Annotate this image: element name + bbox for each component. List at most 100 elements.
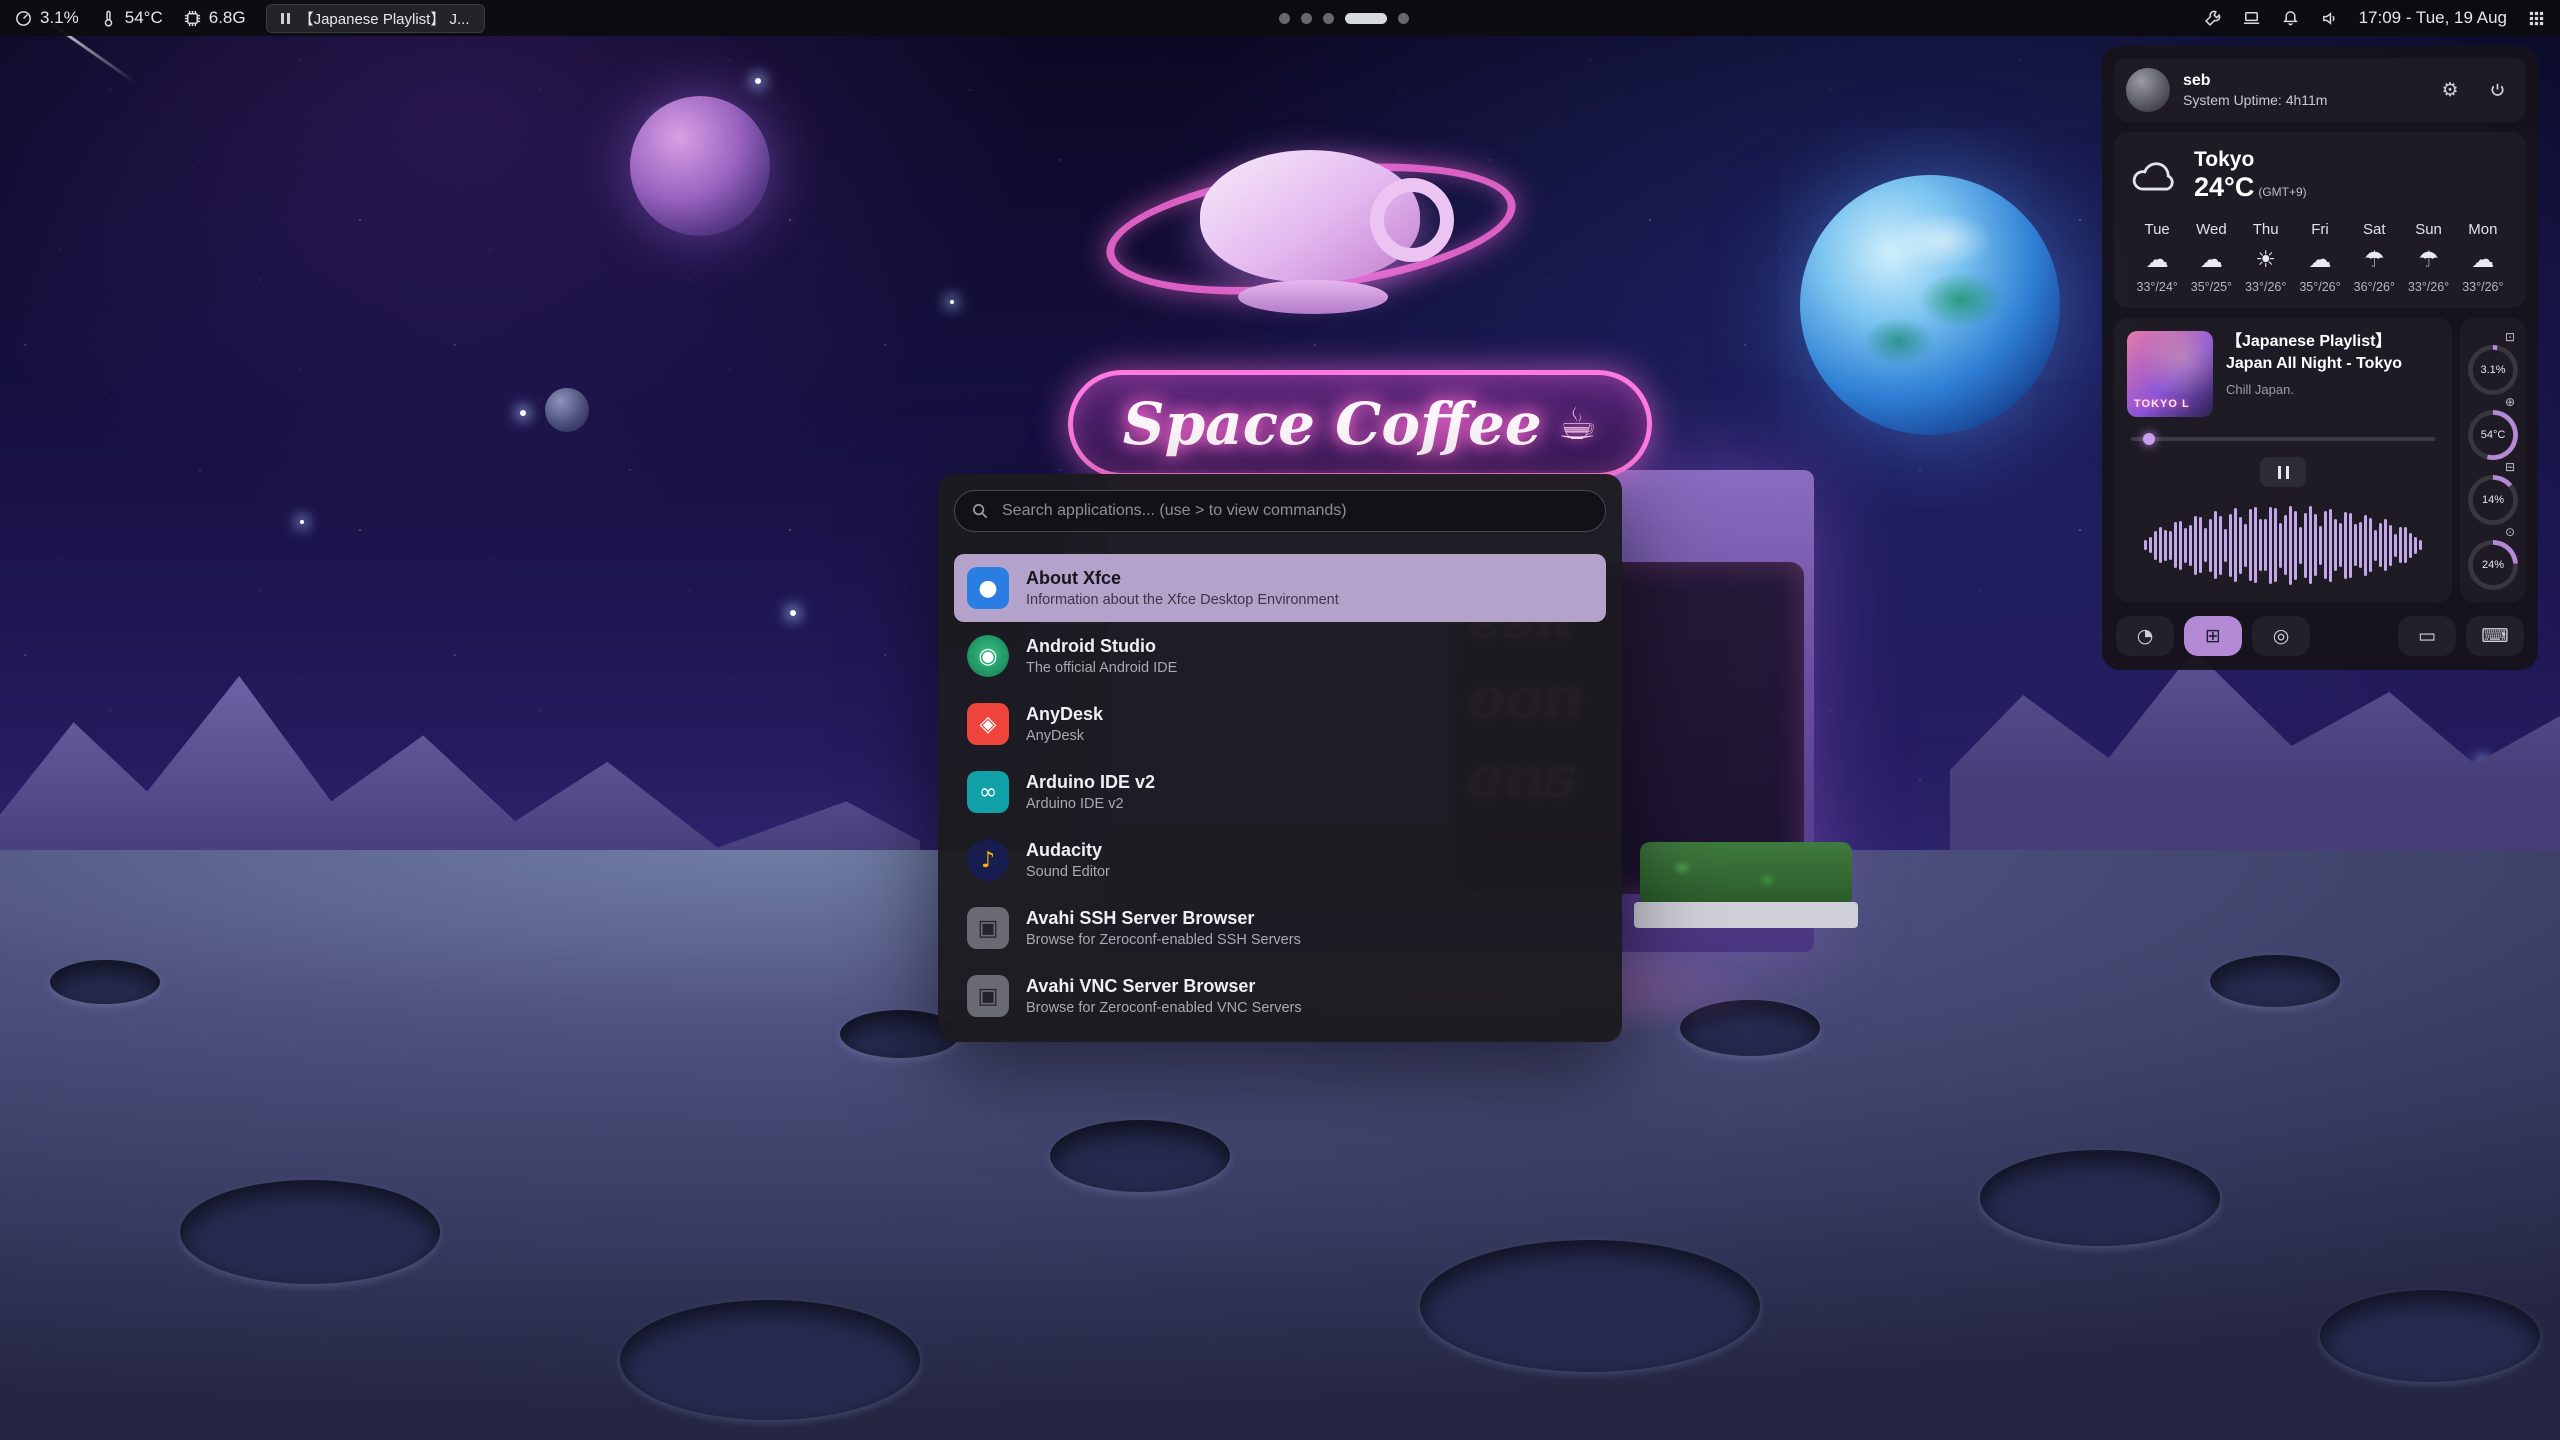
keyboard-button[interactable]: ⌨ xyxy=(2466,616,2524,656)
crater xyxy=(180,1180,440,1284)
memory-indicator[interactable]: 6.8G xyxy=(183,8,246,28)
avatar[interactable] xyxy=(2126,68,2170,112)
launcher-app-row[interactable]: ♪ Audacity Sound Editor xyxy=(954,826,1606,894)
rain-icon: ☂ xyxy=(2401,247,2455,273)
crater xyxy=(620,1300,920,1420)
bright-star xyxy=(950,300,954,304)
album-art-label: TOKYO L xyxy=(2134,398,2190,410)
progress-knob[interactable] xyxy=(2143,433,2155,445)
forecast-day-label: Tue xyxy=(2130,221,2184,238)
android-studio-icon: ◉ xyxy=(967,635,1009,677)
cloud-icon: ☁ xyxy=(2130,247,2184,273)
dashboard-button[interactable]: ◔ xyxy=(2116,616,2174,656)
gauge: ⊡ 3.1% xyxy=(2468,330,2518,395)
forecast-day: Thu ☀ 33°/26° xyxy=(2239,221,2293,294)
topbar-right: 17:09 - Tue, 19 Aug xyxy=(2203,8,2546,28)
launcher-app-row[interactable]: ▣ Avahi SSH Server Browser Browse for Ze… xyxy=(954,894,1606,962)
gauge-value: 3.1% xyxy=(2480,364,2505,376)
anydesk-icon: ◈ xyxy=(967,703,1009,745)
forecast-temps: 35°/26° xyxy=(2293,280,2347,294)
rain-icon: ☂ xyxy=(2347,247,2401,273)
tools-button[interactable] xyxy=(2203,9,2222,28)
app-name: Audacity xyxy=(1026,840,1110,861)
launcher-app-row[interactable]: ◈ AnyDesk AnyDesk xyxy=(954,690,1606,758)
apps-button[interactable]: ⊞ xyxy=(2184,616,2242,656)
forecast-day: Tue ☁ 33°/24° xyxy=(2130,221,2184,294)
crater xyxy=(50,960,160,1004)
weather-city: Tokyo xyxy=(2194,148,2307,172)
temperature-indicator[interactable]: 54°C xyxy=(99,8,163,28)
cpu-indicator[interactable]: 3.1% xyxy=(14,8,79,28)
audacity-icon: ♪ xyxy=(967,839,1009,881)
settings-button[interactable]: ⚙ xyxy=(2433,73,2467,107)
app-name: Avahi VNC Server Browser xyxy=(1026,976,1302,997)
forecast-day-label: Wed xyxy=(2184,221,2238,238)
forecast-day: Sat ☂ 36°/26° xyxy=(2347,221,2401,294)
crater xyxy=(1050,1120,1230,1192)
launcher-app-row[interactable]: ▣ Avahi VNC Server Browser Browse for Ze… xyxy=(954,962,1606,1030)
coffee-cup-icon: ☕ xyxy=(1558,399,1597,450)
forecast-day: Fri ☁ 35°/26° xyxy=(2293,221,2347,294)
workspace-dot[interactable] xyxy=(1323,13,1334,24)
cloud-icon: ☁ xyxy=(2293,247,2347,273)
workspace-dot[interactable] xyxy=(1345,13,1387,24)
earth-planet xyxy=(1800,175,2060,435)
forecast-day-label: Sun xyxy=(2401,221,2455,238)
gear-icon: ⚙ xyxy=(2441,79,2458,102)
user-name: seb xyxy=(2183,72,2211,89)
app-launcher: ● About Xfce Information about the Xfce … xyxy=(938,474,1622,1042)
sun-icon: ☀ xyxy=(2239,247,2293,273)
volume-button[interactable] xyxy=(2320,9,2339,28)
app-description: Arduino IDE v2 xyxy=(1026,796,1155,812)
launcher-app-row[interactable]: ∞ Arduino IDE v2 Arduino IDE v2 xyxy=(954,758,1606,826)
bright-star xyxy=(300,520,304,524)
album-art[interactable]: TOKYO L xyxy=(2127,331,2213,417)
workspace-dot[interactable] xyxy=(1398,13,1409,24)
bright-star xyxy=(520,410,526,416)
forecast-day-label: Mon xyxy=(2456,221,2510,238)
forecast-day: Mon ☁ 33°/26° xyxy=(2456,221,2510,294)
workspace-dot[interactable] xyxy=(1279,13,1290,24)
topbar-left: 3.1% 54°C 6.8G 【Japanese Playlist】 J... xyxy=(14,4,485,33)
gauge: ⊕ 54°C xyxy=(2468,395,2518,460)
now-playing-pill[interactable]: 【Japanese Playlist】 J... xyxy=(266,4,485,33)
display-devices-button[interactable] xyxy=(2242,9,2261,28)
app-description: AnyDesk xyxy=(1026,728,1103,744)
app-description: Sound Editor xyxy=(1026,864,1110,880)
compass-button[interactable]: ◎ xyxy=(2252,616,2310,656)
forecast-temps: 35°/25° xyxy=(2184,280,2238,294)
power-icon xyxy=(2488,81,2507,100)
forecast-day-label: Thu xyxy=(2239,221,2293,238)
speaker-icon xyxy=(2320,9,2339,28)
purple-planet xyxy=(630,96,770,236)
top-bar: 3.1% 54°C 6.8G 【Japanese Playlist】 J... … xyxy=(0,0,2560,36)
clock[interactable]: 17:09 - Tue, 19 Aug xyxy=(2359,8,2507,28)
app-list: ● About Xfce Information about the Xfce … xyxy=(954,554,1606,1030)
display-button[interactable]: ▭ xyxy=(2398,616,2456,656)
track-progress-bar[interactable] xyxy=(2131,437,2435,441)
laptop-icon xyxy=(2242,9,2261,28)
memory-chip-icon xyxy=(183,9,202,28)
app-grid-button[interactable] xyxy=(2527,9,2546,28)
app-description: Browse for Zeroconf-enabled VNC Servers xyxy=(1026,1000,1302,1016)
workspace-indicator[interactable] xyxy=(1279,13,1409,24)
memory-icon: ⊟ xyxy=(2505,460,2515,474)
temp-icon: ⊕ xyxy=(2505,395,2515,409)
launcher-app-row[interactable]: ● About Xfce Information about the Xfce … xyxy=(954,554,1606,622)
notifications-button[interactable] xyxy=(2281,9,2300,28)
launcher-search[interactable] xyxy=(954,490,1606,532)
search-input[interactable] xyxy=(1002,502,1589,520)
memory-value: 6.8G xyxy=(209,8,246,28)
app-description: Information about the Xfce Desktop Envir… xyxy=(1026,592,1339,608)
track-subtitle: Chill Japan. xyxy=(2226,382,2439,397)
bright-star xyxy=(790,610,796,616)
space-coffee-sign: Space Coffee ☕ xyxy=(1068,370,1652,478)
launcher-app-row[interactable]: ◉ Android Studio The official Android ID… xyxy=(954,622,1606,690)
pause-button[interactable] xyxy=(2260,457,2306,487)
system-uptime: System Uptime: 4h11m xyxy=(2183,92,2420,108)
workspace-dot[interactable] xyxy=(1301,13,1312,24)
thermometer-icon xyxy=(99,9,118,28)
music-section: TOKYO L 【Japanese Playlist】 Japan All Ni… xyxy=(2114,318,2526,602)
power-button[interactable] xyxy=(2480,73,2514,107)
forecast-day: Wed ☁ 35°/25° xyxy=(2184,221,2238,294)
